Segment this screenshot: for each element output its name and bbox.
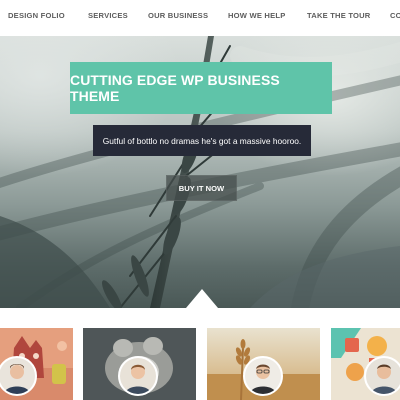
nav-item-our-business[interactable]: OUR BUSINESS: [148, 11, 208, 20]
nav-item-contact[interactable]: CO: [390, 11, 400, 20]
person-avatar-icon: [0, 358, 35, 394]
hero-subtitle: Gutful of bottlo no dramas he's got a ma…: [102, 135, 302, 146]
person-avatar-icon: [366, 358, 400, 394]
hero-title: CUTTING EDGE WP BUSINESS THEME: [70, 72, 280, 104]
author-avatar[interactable]: [364, 356, 400, 396]
nav-item-how-we-help[interactable]: HOW WE HELP: [228, 11, 285, 20]
person-avatar-icon: [120, 358, 156, 394]
nav-item-services[interactable]: SERVICES: [88, 11, 128, 20]
hero-subtitle-box: Gutful of bottlo no dramas he's got a ma…: [93, 125, 311, 156]
nav-item-design-folio[interactable]: DESIGN FOLIO: [8, 11, 65, 20]
main-navigation: DESIGN FOLIO SERVICES OUR BUSINESS HOW W…: [0, 0, 400, 36]
portfolio-gallery: [0, 308, 400, 400]
author-avatar[interactable]: [243, 356, 283, 396]
section-pointer-arrow: [186, 289, 218, 308]
author-avatar[interactable]: [118, 356, 158, 396]
hero-title-box: CUTTING EDGE WP BUSINESS THEME: [70, 62, 332, 114]
hero-banner: CUTTING EDGE WP BUSINESS THEME Gutful of…: [0, 36, 400, 308]
nav-item-take-the-tour[interactable]: TAKE THE TOUR: [307, 11, 371, 20]
person-avatar-icon: [245, 358, 281, 394]
buy-it-now-button[interactable]: BUY IT NOW: [166, 175, 237, 201]
